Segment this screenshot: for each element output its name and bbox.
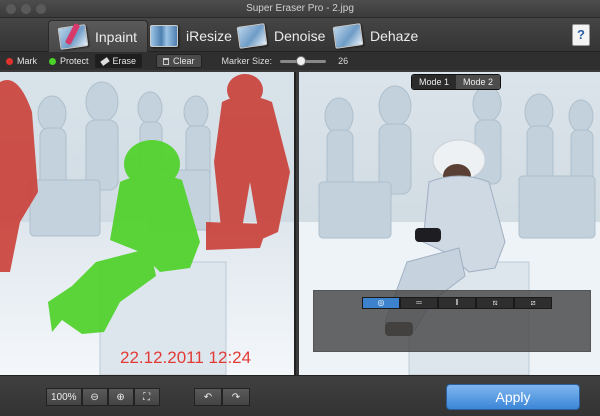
tab-iresize[interactable]: iResize: [140, 20, 242, 52]
eraser-icon: [99, 56, 110, 66]
date-stamp: 22.12.2011 12:24: [120, 348, 251, 367]
zoom-controls: 100% ⊖ ⊕ ⛶: [46, 388, 160, 406]
mode-2-button[interactable]: Mode 2: [456, 75, 501, 89]
denoise-icon: [236, 23, 268, 49]
dehaze-icon: [332, 23, 364, 49]
minimize-window-button[interactable]: [21, 4, 31, 14]
compare-diagonal-right-button[interactable]: ⧄: [514, 297, 552, 309]
tab-inpaint[interactable]: Inpaint: [48, 20, 149, 52]
tab-denoise[interactable]: Denoise: [228, 20, 335, 52]
compare-overlay: ◎ ═ ‖ ⧅ ⧄: [313, 290, 591, 352]
source-photo: 22.12.2011 12:24: [0, 72, 294, 375]
main-toolbar: Inpaint iResize Denoise Dehaze ?: [0, 18, 600, 52]
tab-dehaze[interactable]: Dehaze: [324, 20, 428, 52]
mode-switch[interactable]: Mode 1 Mode 2: [411, 74, 502, 90]
resize-icon: [150, 25, 178, 47]
inpaint-icon: [57, 23, 89, 50]
marker-size-label: Marker Size:: [221, 56, 273, 66]
redo-button[interactable]: ↷: [222, 388, 250, 406]
close-window-button[interactable]: [6, 4, 16, 14]
tab-inpaint-label: Inpaint: [95, 28, 138, 45]
compare-circle-button[interactable]: ◎: [362, 297, 400, 309]
bottom-toolbar: 100% ⊖ ⊕ ⛶ ↶ ↷ Apply: [0, 375, 600, 416]
protect-color-icon: [49, 57, 56, 65]
source-image-pane[interactable]: 22.12.2011 12:24: [0, 72, 296, 375]
clear-button[interactable]: Clear: [156, 54, 202, 68]
protect-label: Protect: [60, 56, 89, 66]
marker-size-slider-knob[interactable]: [295, 55, 306, 66]
brush-toolbar: Mark Protect Erase Clear Marker Size: 26: [0, 52, 600, 70]
marker-size-value: 26: [338, 56, 349, 66]
tab-denoise-label: Denoise: [274, 28, 326, 44]
history-controls: ↶ ↷: [194, 388, 250, 406]
protect-button[interactable]: Protect: [43, 54, 95, 68]
clear-label: Clear: [173, 56, 195, 66]
mark-button[interactable]: Mark: [0, 54, 43, 68]
compare-diagonal-left-button[interactable]: ⧅: [476, 297, 514, 309]
mark-color-icon: [6, 57, 13, 65]
mark-label: Mark: [17, 56, 37, 66]
apply-button[interactable]: Apply: [446, 384, 580, 410]
undo-button[interactable]: ↶: [194, 388, 222, 406]
zoom-in-button[interactable]: ⊕: [107, 388, 134, 406]
compare-vertical-button[interactable]: ‖: [438, 297, 476, 309]
erase-label: Erase: [112, 56, 137, 66]
zoom-100-button[interactable]: 100%: [46, 388, 82, 406]
fit-to-window-button[interactable]: ⛶: [133, 388, 160, 406]
compare-buttons: ◎ ═ ‖ ⧅ ⧄: [362, 297, 552, 309]
compare-horizontal-button[interactable]: ═: [400, 297, 438, 309]
mode-1-button[interactable]: Mode 1: [412, 75, 457, 89]
title-bar: Super Eraser Pro - 2.jpg: [0, 0, 600, 18]
help-button[interactable]: ?: [572, 24, 590, 46]
window-title: Super Eraser Pro - 2.jpg: [246, 3, 354, 14]
preview-pane[interactable]: Mode 1 Mode 2 ◎ ═ ‖ ⧅ ⧄: [299, 72, 600, 375]
erase-button[interactable]: Erase: [94, 54, 143, 68]
tab-iresize-label: iResize: [186, 28, 232, 44]
zoom-out-button[interactable]: ⊖: [81, 388, 108, 406]
window-controls: [6, 4, 46, 14]
trash-icon: [163, 57, 170, 65]
zoom-window-button[interactable]: [36, 4, 46, 14]
tab-dehaze-label: Dehaze: [370, 28, 419, 44]
marker-size-slider[interactable]: [280, 55, 327, 66]
